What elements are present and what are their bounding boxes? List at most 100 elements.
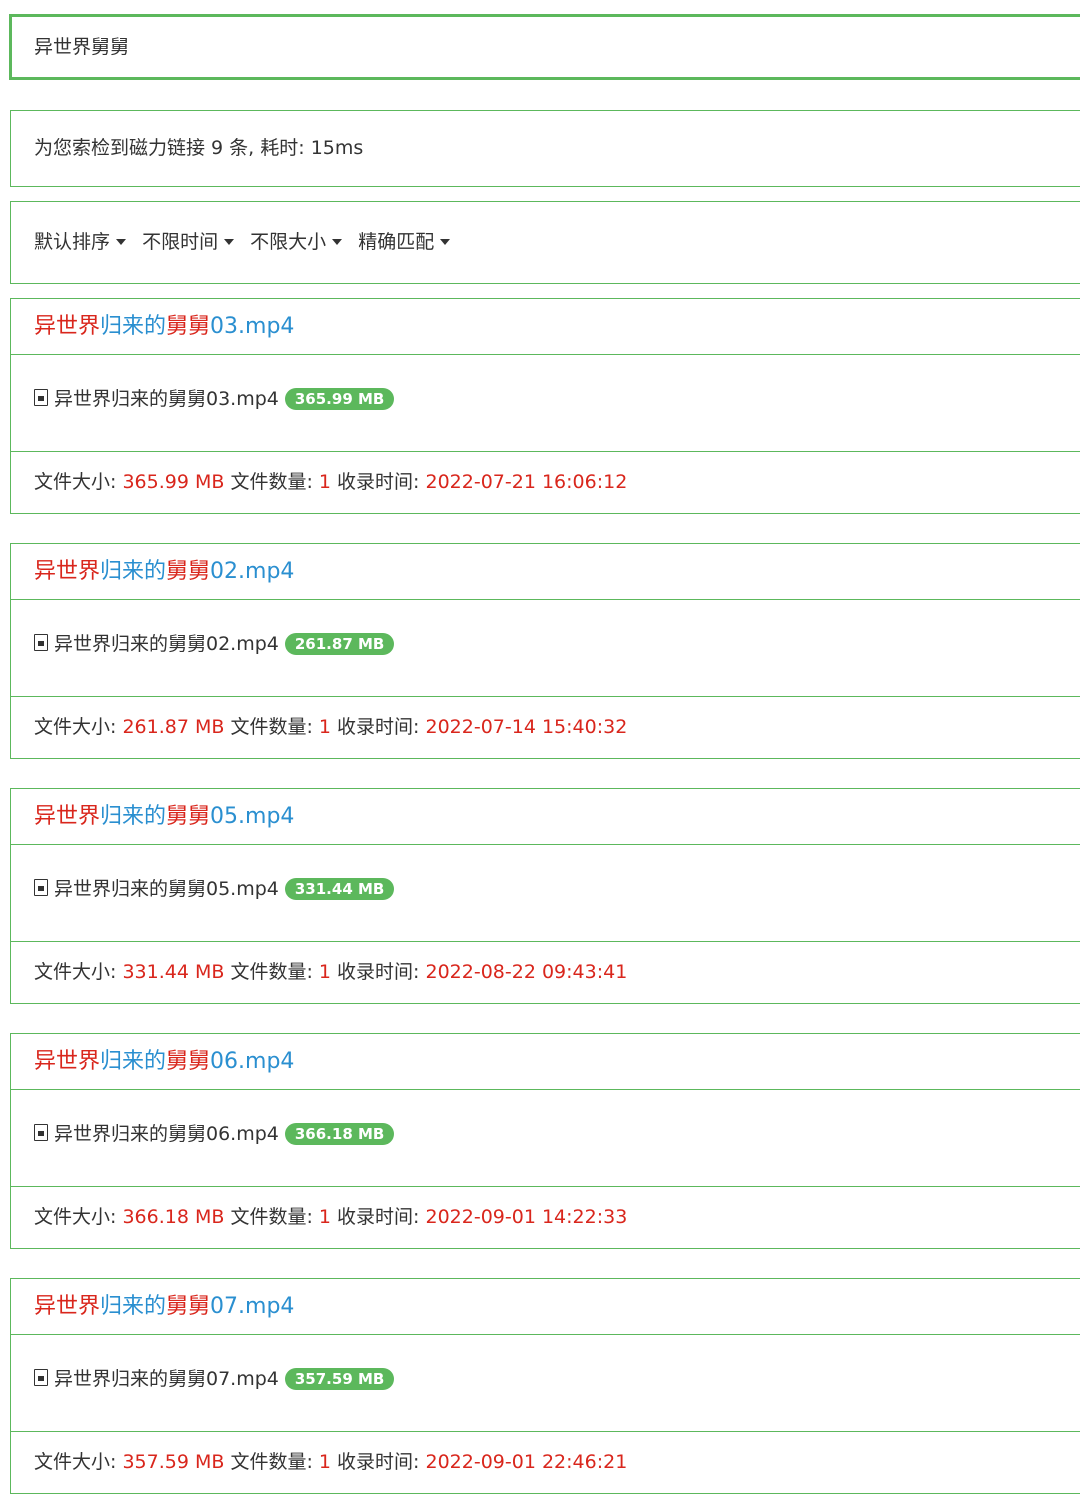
size-badge: 365.99 MB bbox=[284, 387, 395, 410]
title-highlight: 舅舅 bbox=[166, 559, 211, 584]
file-video-icon bbox=[34, 634, 48, 651]
file-name: 异世界归来的舅舅05.mp4 bbox=[54, 878, 279, 900]
file-list: 异世界归来的舅舅06.mp4 366.18 MB bbox=[11, 1090, 1080, 1187]
title-highlight: 舅舅 bbox=[166, 804, 211, 829]
size-value: 261.87 MB bbox=[122, 716, 225, 738]
file-list: 异世界归来的舅舅03.mp4 365.99 MB bbox=[11, 355, 1080, 452]
result-meta: 文件大小: 365.99 MB 文件数量: 1 收录时间: 2022-07-21… bbox=[11, 452, 1080, 513]
result-meta: 文件大小: 331.44 MB 文件数量: 1 收录时间: 2022-08-22… bbox=[11, 942, 1080, 1003]
size-label: 文件大小: bbox=[34, 471, 117, 493]
file-name: 异世界归来的舅舅03.mp4 bbox=[54, 388, 279, 410]
sort-dropdown[interactable]: 默认排序 bbox=[34, 202, 127, 283]
size-value: 331.44 MB bbox=[122, 961, 225, 983]
title-highlight: 异世界 bbox=[34, 314, 101, 339]
date-value: 2022-07-21 16:06:12 bbox=[425, 471, 628, 493]
date-value: 2022-09-01 22:46:21 bbox=[425, 1451, 628, 1473]
size-label: 文件大小: bbox=[34, 961, 117, 983]
title-highlight: 舅舅 bbox=[166, 1294, 211, 1319]
count-label: 文件数量: bbox=[230, 716, 313, 738]
size-value: 357.59 MB bbox=[122, 1451, 225, 1473]
file-list: 异世界归来的舅舅07.mp4 357.59 MB bbox=[11, 1335, 1080, 1432]
caret-down-icon bbox=[440, 238, 451, 245]
size-value: 366.18 MB bbox=[122, 1206, 225, 1228]
title-text: 07.mp4 bbox=[210, 1294, 295, 1319]
count-label: 文件数量: bbox=[230, 471, 313, 493]
title-text: 归来的 bbox=[100, 1049, 167, 1074]
caret-down-icon bbox=[116, 238, 127, 245]
caret-down-icon bbox=[224, 238, 235, 245]
result-title-link[interactable]: 异世界归来的舅舅03.mp4 bbox=[11, 299, 1080, 355]
result-title-link[interactable]: 异世界归来的舅舅02.mp4 bbox=[11, 544, 1080, 600]
count-value: 1 bbox=[318, 1451, 331, 1473]
match-mode-label: 精确匹配 bbox=[358, 231, 435, 253]
count-value: 1 bbox=[318, 471, 331, 493]
result-meta: 文件大小: 366.18 MB 文件数量: 1 收录时间: 2022-09-01… bbox=[11, 1187, 1080, 1248]
file-name: 异世界归来的舅舅02.mp4 bbox=[54, 633, 279, 655]
result-title-link[interactable]: 异世界归来的舅舅07.mp4 bbox=[11, 1279, 1080, 1335]
title-text: 归来的 bbox=[100, 559, 167, 584]
result-meta: 文件大小: 261.87 MB 文件数量: 1 收录时间: 2022-07-14… bbox=[11, 697, 1080, 758]
date-label: 收录时间: bbox=[337, 1451, 420, 1473]
size-value: 365.99 MB bbox=[122, 471, 225, 493]
size-filter-dropdown[interactable]: 不限大小 bbox=[250, 202, 343, 283]
count-value: 1 bbox=[318, 716, 331, 738]
file-name: 异世界归来的舅舅07.mp4 bbox=[54, 1368, 279, 1390]
title-text: 归来的 bbox=[100, 804, 167, 829]
file-name: 异世界归来的舅舅06.mp4 bbox=[54, 1123, 279, 1145]
size-badge: 261.87 MB bbox=[284, 632, 395, 655]
date-label: 收录时间: bbox=[337, 471, 420, 493]
title-text: 归来的 bbox=[100, 1294, 167, 1319]
date-label: 收录时间: bbox=[337, 1206, 420, 1228]
file-video-icon bbox=[34, 1124, 48, 1141]
title-highlight: 异世界 bbox=[34, 804, 101, 829]
file-list: 异世界归来的舅舅05.mp4 331.44 MB bbox=[11, 845, 1080, 942]
count-label: 文件数量: bbox=[230, 1451, 313, 1473]
title-text: 06.mp4 bbox=[210, 1049, 295, 1074]
title-highlight: 舅舅 bbox=[166, 1049, 211, 1074]
result-title-link[interactable]: 异世界归来的舅舅05.mp4 bbox=[11, 789, 1080, 845]
title-text: 归来的 bbox=[100, 314, 167, 339]
size-filter-label: 不限大小 bbox=[250, 231, 327, 253]
caret-down-icon bbox=[332, 238, 343, 245]
time-filter-label: 不限时间 bbox=[142, 231, 219, 253]
file-video-icon bbox=[34, 879, 48, 896]
title-highlight: 异世界 bbox=[34, 1294, 101, 1319]
size-label: 文件大小: bbox=[34, 1206, 117, 1228]
size-label: 文件大小: bbox=[34, 716, 117, 738]
title-text: 03.mp4 bbox=[210, 314, 295, 339]
result-card: 异世界归来的舅舅07.mp4 异世界归来的舅舅07.mp4 357.59 MB 文… bbox=[10, 1278, 1080, 1494]
date-value: 2022-09-01 14:22:33 bbox=[425, 1206, 628, 1228]
size-badge: 366.18 MB bbox=[284, 1122, 395, 1145]
match-mode-dropdown[interactable]: 精确匹配 bbox=[358, 202, 451, 283]
date-label: 收录时间: bbox=[337, 961, 420, 983]
date-value: 2022-08-22 09:43:41 bbox=[425, 961, 628, 983]
result-title-link[interactable]: 异世界归来的舅舅06.mp4 bbox=[11, 1034, 1080, 1090]
title-text: 02.mp4 bbox=[210, 559, 295, 584]
title-highlight: 异世界 bbox=[34, 1049, 101, 1074]
count-label: 文件数量: bbox=[230, 1206, 313, 1228]
result-card: 异世界归来的舅舅06.mp4 异世界归来的舅舅06.mp4 366.18 MB 文… bbox=[10, 1033, 1080, 1249]
size-label: 文件大小: bbox=[34, 1451, 117, 1473]
title-text: 05.mp4 bbox=[210, 804, 295, 829]
file-video-icon bbox=[34, 1369, 48, 1386]
file-list: 异世界归来的舅舅02.mp4 261.87 MB bbox=[11, 600, 1080, 697]
result-card: 异世界归来的舅舅05.mp4 异世界归来的舅舅05.mp4 331.44 MB 文… bbox=[10, 788, 1080, 1004]
date-value: 2022-07-14 15:40:32 bbox=[425, 716, 628, 738]
result-meta: 文件大小: 357.59 MB 文件数量: 1 收录时间: 2022-09-01… bbox=[11, 1432, 1080, 1493]
size-badge: 357.59 MB bbox=[284, 1367, 395, 1390]
count-label: 文件数量: bbox=[230, 961, 313, 983]
title-highlight: 异世界 bbox=[34, 559, 101, 584]
file-video-icon bbox=[34, 389, 48, 406]
result-summary: 为您索检到磁力链接 9 条, 耗时: 15ms bbox=[10, 110, 1080, 187]
size-badge: 331.44 MB bbox=[284, 877, 395, 900]
time-filter-dropdown[interactable]: 不限时间 bbox=[142, 202, 235, 283]
sort-dropdown-label: 默认排序 bbox=[34, 231, 111, 253]
search-input[interactable]: 异世界舅舅 bbox=[9, 14, 1080, 80]
date-label: 收录时间: bbox=[337, 716, 420, 738]
result-card: 异世界归来的舅舅03.mp4 异世界归来的舅舅03.mp4 365.99 MB 文… bbox=[10, 298, 1080, 514]
title-highlight: 舅舅 bbox=[166, 314, 211, 339]
count-value: 1 bbox=[318, 961, 331, 983]
result-card: 异世界归来的舅舅02.mp4 异世界归来的舅舅02.mp4 261.87 MB 文… bbox=[10, 543, 1080, 759]
count-value: 1 bbox=[318, 1206, 331, 1228]
filter-bar: 默认排序 不限时间 不限大小 精确匹配 bbox=[10, 201, 1080, 284]
